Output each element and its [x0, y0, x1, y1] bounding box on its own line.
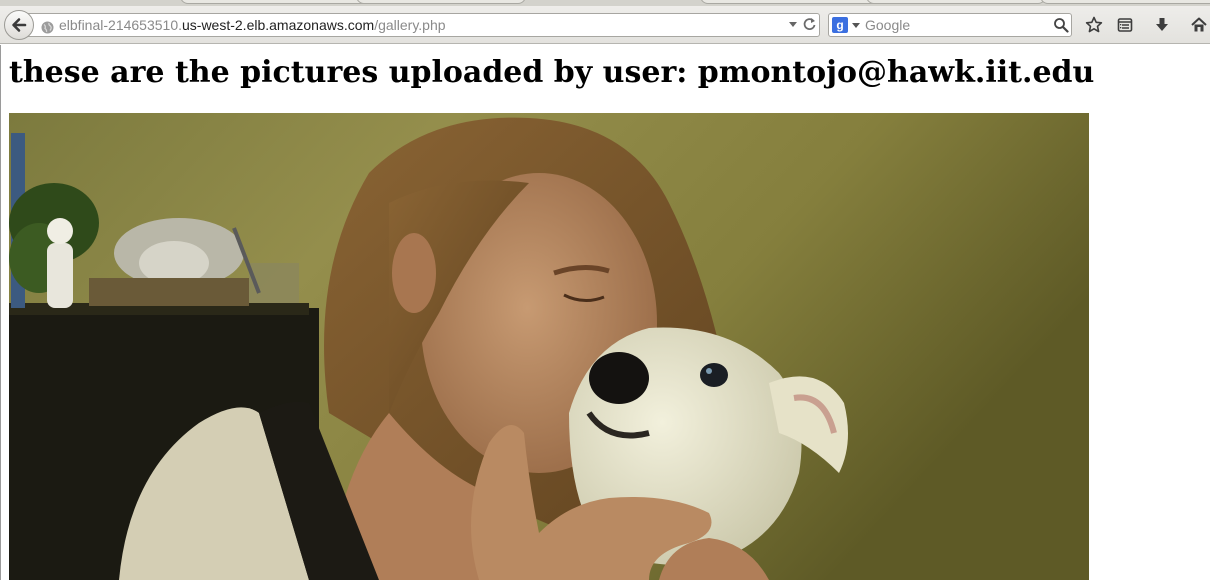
browser-tab[interactable] — [700, 0, 880, 4]
download-arrow-icon[interactable] — [1152, 15, 1172, 35]
search-input[interactable]: Google — [865, 17, 910, 34]
url-domain: us-west-2.elb.amazonaws.com — [182, 17, 375, 33]
home-icon[interactable] — [1189, 15, 1209, 35]
url-path: /gallery.php — [374, 17, 446, 33]
back-button[interactable] — [4, 10, 34, 40]
back-arrow-icon — [12, 18, 27, 32]
navigation-toolbar: elbfinal-214653510.us-west-2.elb.amazona… — [0, 6, 1210, 44]
browser-tab[interactable] — [180, 0, 370, 4]
star-icon[interactable] — [1084, 15, 1104, 35]
url-text[interactable]: elbfinal-214653510.us-west-2.elb.amazona… — [59, 17, 446, 34]
reload-icon[interactable] — [803, 17, 816, 36]
search-bar[interactable]: g Google — [828, 13, 1072, 37]
viewport-edge — [0, 45, 1, 580]
uploaded-photo — [9, 113, 1089, 580]
reading-list-icon[interactable] — [1115, 15, 1135, 35]
chevron-down-icon[interactable] — [789, 22, 797, 27]
globe-icon[interactable] — [41, 19, 54, 34]
url-prefix: elbfinal-214653510. — [59, 17, 182, 33]
google-icon[interactable]: g — [832, 17, 848, 33]
page-title: these are the pictures uploaded by user:… — [9, 55, 1095, 90]
browser-tab[interactable] — [356, 0, 526, 4]
browser-tab[interactable] — [1040, 0, 1210, 4]
search-engine-dropdown-icon[interactable] — [852, 23, 860, 28]
url-bar[interactable]: elbfinal-214653510.us-west-2.elb.amazona… — [26, 13, 820, 37]
search-icon[interactable] — [1053, 17, 1069, 33]
browser-tab[interactable] — [866, 0, 1046, 4]
